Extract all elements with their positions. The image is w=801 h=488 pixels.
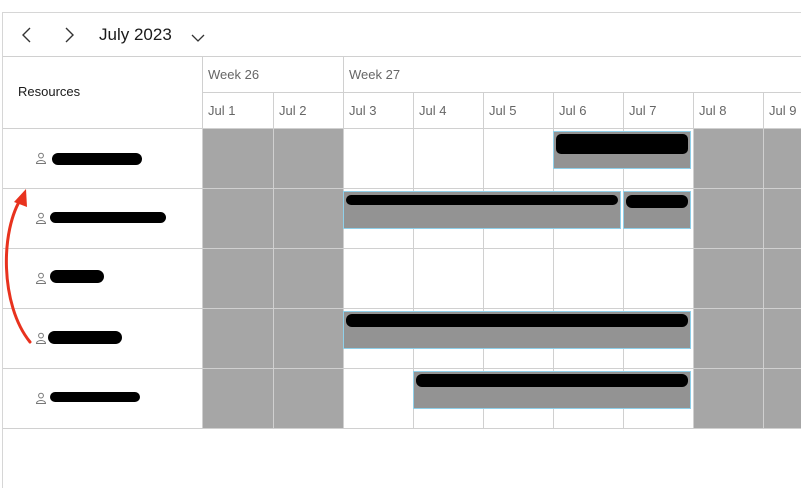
event-title-redacted bbox=[556, 134, 688, 154]
event-bar[interactable] bbox=[343, 191, 621, 229]
event-title-redacted bbox=[346, 195, 618, 205]
day-header[interactable]: Jul 4 bbox=[419, 103, 446, 118]
day-header[interactable]: Jul 3 bbox=[349, 103, 376, 118]
day-divider bbox=[273, 92, 274, 428]
resource-name-redacted bbox=[50, 270, 104, 283]
day-header[interactable]: Jul 8 bbox=[699, 103, 726, 118]
person-icon bbox=[35, 392, 47, 404]
resources-header: Resources bbox=[18, 84, 81, 99]
weekend-column-jul8-jul9 bbox=[694, 129, 801, 428]
resource-row[interactable] bbox=[3, 369, 202, 428]
week-divider bbox=[343, 56, 344, 428]
row-divider bbox=[3, 428, 801, 429]
header-top-line bbox=[3, 56, 801, 57]
event-bar[interactable] bbox=[623, 191, 691, 229]
resource-name-redacted bbox=[50, 212, 166, 223]
scheduler-toolbar: July 2023 bbox=[0, 13, 801, 56]
resource-column-divider bbox=[202, 56, 203, 428]
resource-name-redacted bbox=[52, 153, 142, 165]
event-title-redacted bbox=[346, 314, 688, 327]
day-header[interactable]: Jul 2 bbox=[279, 103, 306, 118]
week-day-divider bbox=[203, 92, 801, 93]
chevron-left-icon bbox=[22, 27, 31, 42]
day-divider bbox=[763, 92, 764, 428]
week-header: Week 27 bbox=[349, 67, 401, 82]
event-title-redacted bbox=[626, 195, 688, 208]
week-header: Week 26 bbox=[208, 67, 260, 82]
resource-name-redacted bbox=[48, 331, 122, 344]
day-header[interactable]: Jul 6 bbox=[559, 103, 586, 118]
person-icon bbox=[35, 152, 47, 164]
event-bar[interactable] bbox=[343, 311, 691, 349]
chevron-right-icon bbox=[65, 27, 74, 42]
resource-row[interactable] bbox=[3, 129, 202, 188]
event-title-redacted bbox=[416, 374, 688, 387]
next-button[interactable] bbox=[55, 13, 83, 56]
chevron-down-icon bbox=[191, 34, 205, 42]
prev-button[interactable] bbox=[13, 13, 41, 56]
period-dropdown-button[interactable] bbox=[186, 26, 210, 50]
current-period-title[interactable]: July 2023 bbox=[99, 13, 172, 56]
event-bar[interactable] bbox=[413, 371, 691, 409]
day-header[interactable]: Jul 5 bbox=[489, 103, 516, 118]
day-header[interactable]: Jul 9 bbox=[769, 103, 796, 118]
day-divider bbox=[693, 92, 694, 428]
day-header[interactable]: Jul 7 bbox=[629, 103, 656, 118]
scheduler-app: July 2023 Resources Week 26 Week 27 Jul … bbox=[0, 0, 801, 488]
resource-name-redacted bbox=[50, 392, 140, 402]
event-bar[interactable] bbox=[553, 131, 691, 169]
day-header[interactable]: Jul 1 bbox=[208, 103, 235, 118]
annotation-arrow-icon bbox=[4, 189, 32, 344]
